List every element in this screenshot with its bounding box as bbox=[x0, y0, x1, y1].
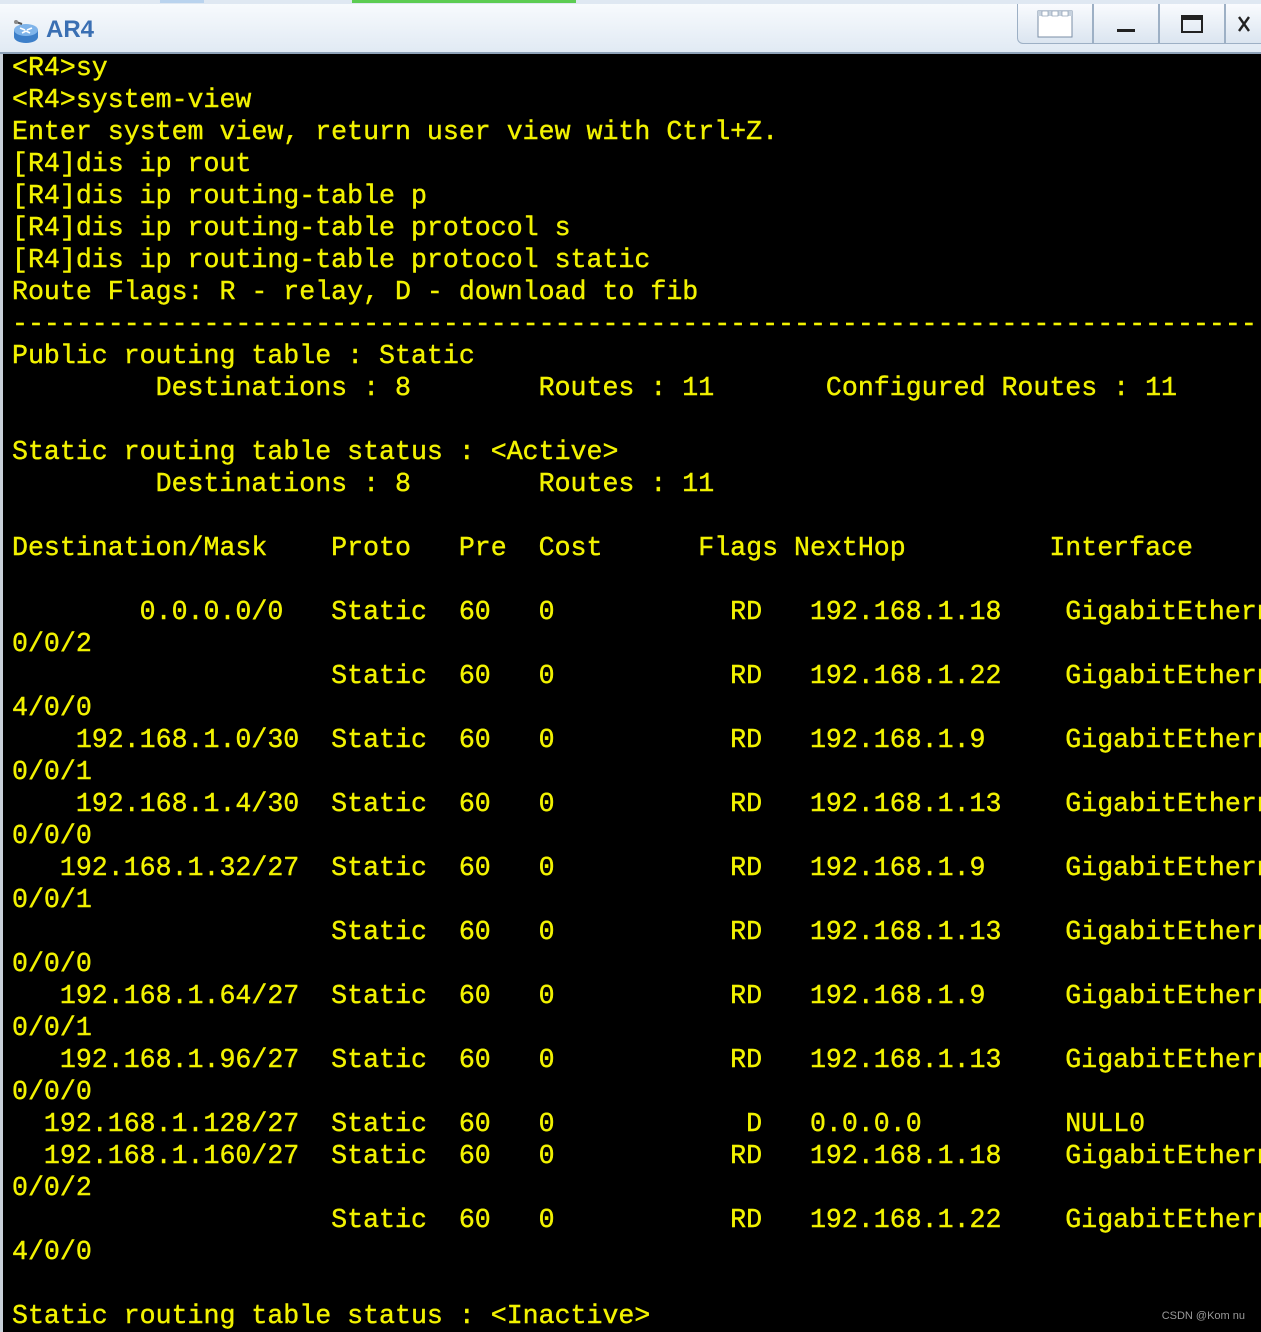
terminal-line: 0/0/1 bbox=[12, 885, 92, 915]
tile-icon bbox=[1037, 10, 1073, 37]
minimize-button[interactable] bbox=[1093, 4, 1159, 44]
minimize-icon bbox=[1117, 28, 1135, 32]
terminal-line: ----------------------------------------… bbox=[12, 309, 1257, 339]
close-button[interactable] bbox=[1225, 4, 1261, 44]
terminal-line: <R4>sy bbox=[12, 54, 108, 83]
title-bar[interactable]: AR4 bbox=[0, 4, 1261, 54]
terminal-line: 0/0/1 bbox=[12, 1013, 92, 1043]
terminal-line: 0/0/0 bbox=[12, 821, 92, 851]
terminal-window: AR4 <R4>sy <R4>system-view Enter system … bbox=[0, 0, 1261, 1332]
tile-button[interactable] bbox=[1017, 4, 1093, 44]
terminal-line: Static 60 0 RD 192.168.1.13 GigabitEther… bbox=[12, 917, 1261, 947]
terminal-line: [R4]dis ip routing-table protocol static bbox=[12, 245, 651, 275]
terminal-console[interactable]: <R4>sy <R4>system-view Enter system view, … bbox=[0, 54, 1261, 1332]
watermark: CSDN @Kom nu bbox=[1161, 1310, 1245, 1322]
maximize-button[interactable] bbox=[1159, 4, 1225, 44]
maximize-icon bbox=[1181, 14, 1203, 33]
terminal-line: 0/0/2 bbox=[12, 629, 92, 659]
terminal-line: [R4]dis ip rout bbox=[12, 149, 252, 179]
close-icon bbox=[1238, 15, 1250, 32]
terminal-line: Enter system view, return user view with… bbox=[12, 117, 779, 147]
terminal-line: 0/0/2 bbox=[12, 1173, 92, 1203]
terminal-line: Destinations : 8 Routes : 11 bbox=[12, 469, 715, 499]
terminal-line: 4/0/0 bbox=[12, 693, 92, 723]
terminal-line: 192.168.1.4/30 Static 60 0 RD 192.168.1.… bbox=[12, 789, 1261, 819]
terminal-line: 192.168.1.128/27 Static 60 0 D 0.0.0.0 N… bbox=[12, 1109, 1146, 1139]
terminal-line: [R4]dis ip routing-table protocol s bbox=[12, 213, 571, 243]
terminal-line: Public routing table : Static bbox=[12, 341, 475, 371]
window-title: AR4 bbox=[46, 16, 95, 43]
terminal-line: Destination/Mask Proto Pre Cost Flags Ne… bbox=[12, 533, 1193, 563]
terminal-line: 192.168.1.160/27 Static 60 0 RD 192.168.… bbox=[12, 1141, 1261, 1171]
terminal-line: Static 60 0 RD 192.168.1.22 GigabitEther… bbox=[12, 1205, 1261, 1235]
terminal-line: 0/0/1 bbox=[12, 757, 92, 787]
terminal-line: 192.168.1.0/30 Static 60 0 RD 192.168.1.… bbox=[12, 725, 1261, 755]
terminal-line: Route Flags: R - relay, D - download to … bbox=[12, 277, 699, 307]
progress-highlight bbox=[352, 0, 576, 3]
terminal-line: <R4>system-view bbox=[12, 85, 252, 115]
terminal-line: Destinations : 8 Routes : 11 Configured … bbox=[12, 373, 1177, 403]
router-icon bbox=[12, 18, 40, 46]
terminal-line: 192.168.1.64/27 Static 60 0 RD 192.168.1… bbox=[12, 981, 1261, 1011]
terminal-line: [R4]dis ip routing-table p bbox=[12, 181, 427, 211]
taskbar-highlight bbox=[160, 0, 204, 3]
terminal-line: Static routing table status : <Active> bbox=[12, 437, 619, 467]
terminal-line: 4/0/0 bbox=[12, 1237, 92, 1267]
terminal-line: Static routing table status : <Inactive> bbox=[12, 1301, 651, 1331]
terminal-line: 192.168.1.32/27 Static 60 0 RD 192.168.1… bbox=[12, 853, 1261, 883]
terminal-line: Static 60 0 RD 192.168.1.22 GigabitEther… bbox=[12, 661, 1261, 691]
terminal-line: 0/0/0 bbox=[12, 949, 92, 979]
terminal-line: 0/0/0 bbox=[12, 1077, 92, 1107]
terminal-line: 0.0.0.0/0 Static 60 0 RD 192.168.1.18 Gi… bbox=[12, 597, 1261, 627]
terminal-line: 192.168.1.96/27 Static 60 0 RD 192.168.1… bbox=[12, 1045, 1261, 1075]
